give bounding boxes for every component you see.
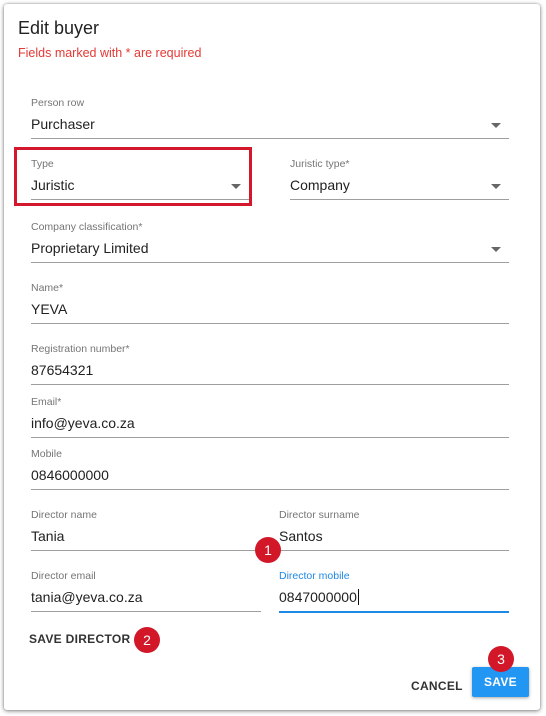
annotation-badge-2: 2 [134,627,160,653]
company-classification-label: Company classification* [31,221,143,233]
director-surname-field[interactable]: Director surname Santos [279,509,509,555]
director-email-underline [31,611,261,612]
mobile-value: 0846000000 [31,467,109,483]
person-row-underline [31,138,509,139]
juristic-type-label: Juristic type* [290,158,350,170]
name-value: YEVA [31,301,68,317]
registration-number-value: 87654321 [31,362,94,378]
company-classification-underline [31,262,509,263]
director-mobile-input[interactable]: 0847000000 [279,589,359,605]
director-surname-value: Santos [279,528,323,544]
director-name-value: Tania [31,528,65,544]
dialog-title: Edit buyer [18,18,100,38]
juristic-type-underline [290,199,509,200]
annotation-badge-3: 3 [488,646,514,672]
name-underline [31,323,509,324]
director-email-value: tania@yeva.co.za [31,589,143,605]
registration-number-label: Registration number* [31,343,130,355]
director-name-label: Director name [31,509,97,521]
company-classification-value: Proprietary Limited [31,240,149,256]
arrow-drop-down-icon[interactable] [491,123,501,128]
email-underline [31,437,509,438]
juristic-type-value: Company [290,177,350,193]
registration-number-underline [31,384,509,385]
email-field[interactable]: Email* info@yeva.co.za [31,396,509,442]
name-field[interactable]: Name* YEVA [31,282,509,328]
director-mobile-label: Director mobile [279,570,350,582]
director-surname-underline [279,550,509,551]
mobile-label: Mobile [31,448,62,460]
annotation-badge-1: 1 [255,537,281,563]
juristic-type-select[interactable]: Juristic type* Company [290,158,509,204]
person-row-select[interactable]: Person row Purchaser [31,97,509,143]
name-label: Name* [31,282,64,294]
director-email-field[interactable]: Director email tania@yeva.co.za [31,570,261,616]
mobile-underline [31,489,509,490]
email-value: info@yeva.co.za [31,415,135,431]
director-name-field[interactable]: Director name Tania [31,509,261,555]
director-mobile-field[interactable]: Director mobile 0847000000 [279,570,509,616]
director-email-label: Director email [31,570,96,582]
arrow-drop-down-icon[interactable] [491,184,501,189]
director-surname-label: Director surname [279,509,360,521]
type-highlight-box [14,147,252,206]
save-director-button[interactable]: SAVE DIRECTOR [29,632,130,646]
text-cursor [357,589,359,605]
registration-number-field[interactable]: Registration number* 87654321 [31,343,509,389]
mobile-field[interactable]: Mobile 0846000000 [31,448,509,494]
arrow-drop-down-icon[interactable] [491,247,501,252]
person-row-value: Purchaser [31,116,95,132]
email-label: Email* [31,396,62,408]
cancel-button[interactable]: CANCEL [411,679,463,693]
person-row-label: Person row [31,97,85,109]
company-classification-select[interactable]: Company classification* Proprietary Limi… [31,221,509,267]
director-mobile-value: 0847000000 [279,589,357,605]
required-fields-note: Fields marked with * are required [18,46,202,60]
director-mobile-underline [279,611,509,613]
director-name-underline [31,550,261,551]
